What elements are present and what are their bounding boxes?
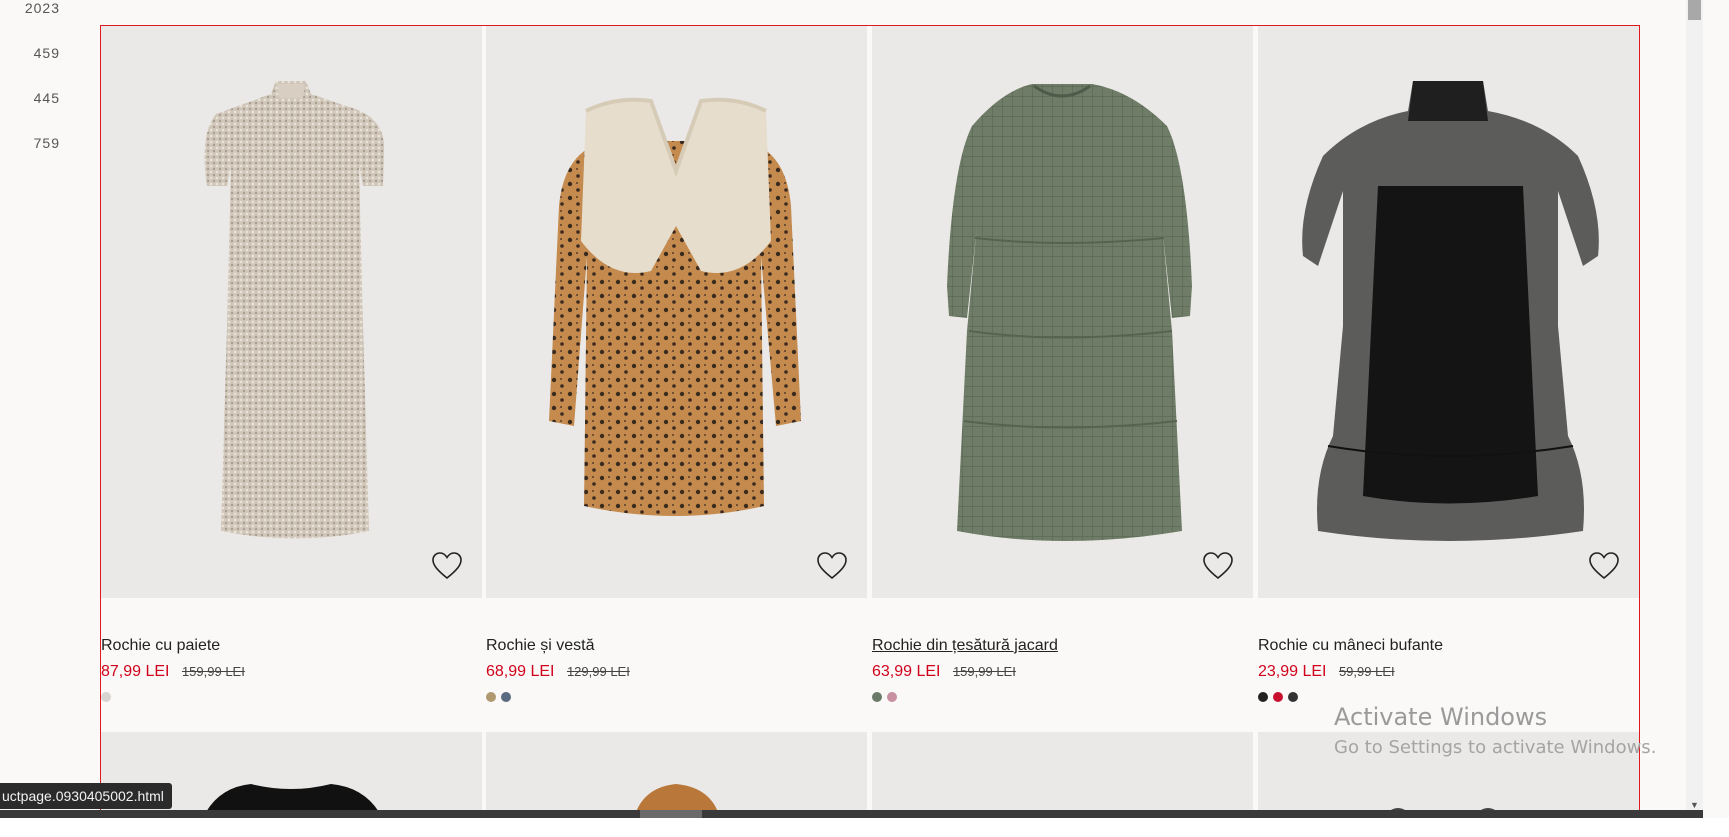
- scrollbar-thumb[interactable]: [1688, 0, 1701, 20]
- color-swatch[interactable]: [887, 692, 897, 702]
- price-row: 68,99 LEI 129,99 LEI: [486, 663, 867, 681]
- sale-price: 63,99 LEI: [872, 663, 941, 680]
- product-title[interactable]: Rochie cu paiete: [101, 637, 482, 655]
- heart-outline-icon: [432, 552, 462, 580]
- favorite-button[interactable]: [430, 550, 464, 582]
- windows-activation-watermark: Activate Windows Go to Settings to activ…: [1334, 703, 1656, 758]
- product-card[interactable]: Rochie cu mâneci bufante 23,99 LEI 59,99…: [1258, 26, 1639, 702]
- favorite-button[interactable]: [1201, 550, 1235, 582]
- vertical-scrollbar[interactable]: ▼: [1686, 0, 1703, 812]
- watermark-title: Activate Windows: [1334, 703, 1548, 731]
- original-price: 159,99 LEI: [952, 664, 1016, 679]
- color-swatch[interactable]: [872, 692, 882, 702]
- product-image-partial[interactable]: [486, 732, 867, 812]
- left-number: 2023: [24, 0, 60, 16]
- heart-outline-icon: [817, 552, 847, 580]
- original-price: 129,99 LEI: [566, 664, 630, 679]
- price-row: 63,99 LEI 159,99 LEI: [872, 663, 1253, 681]
- price-row: 23,99 LEI 59,99 LEI: [1258, 663, 1639, 681]
- product-title[interactable]: Rochie din țesătură jacard: [872, 637, 1253, 655]
- color-swatches: [486, 692, 867, 702]
- favorite-button[interactable]: [1587, 550, 1621, 582]
- heart-outline-icon: [1203, 552, 1233, 580]
- original-price: 159,99 LEI: [181, 664, 245, 679]
- color-swatches: [1258, 692, 1639, 702]
- product-card[interactable]: Rochie din țesătură jacard 63,99 LEI 159…: [872, 26, 1253, 702]
- price-row: 87,99 LEI 159,99 LEI: [101, 663, 482, 681]
- color-swatches: [872, 692, 1253, 702]
- favorite-button[interactable]: [815, 550, 849, 582]
- color-swatch[interactable]: [501, 692, 511, 702]
- page-bottom-area: [0, 818, 1729, 837]
- product-image[interactable]: [872, 26, 1253, 598]
- product-card[interactable]: Rochie și vestă 68,99 LEI 129,99 LEI: [486, 26, 867, 702]
- product-image-partial[interactable]: [872, 732, 1253, 812]
- sale-price: 87,99 LEI: [101, 663, 170, 680]
- color-swatch[interactable]: [101, 692, 111, 702]
- product-image[interactable]: [486, 26, 867, 598]
- status-bar-url: uctpage.0930405002.html: [0, 783, 172, 809]
- scrollbar-thumb[interactable]: [640, 810, 702, 818]
- horizontal-scrollbar[interactable]: [0, 810, 1703, 818]
- left-number: 459: [33, 45, 60, 61]
- sale-price: 23,99 LEI: [1258, 663, 1327, 680]
- color-swatch[interactable]: [486, 692, 496, 702]
- product-image[interactable]: [1258, 26, 1639, 598]
- heart-outline-icon: [1589, 552, 1619, 580]
- color-swatch[interactable]: [1273, 692, 1283, 702]
- color-swatch[interactable]: [1258, 692, 1268, 702]
- left-number: 445: [33, 90, 60, 106]
- original-price: 59,99 LEI: [1338, 664, 1395, 679]
- color-swatches: [101, 692, 482, 702]
- watermark-subtitle: Go to Settings to activate Windows.: [1334, 737, 1657, 758]
- product-title[interactable]: Rochie cu mâneci bufante: [1258, 637, 1639, 655]
- product-title[interactable]: Rochie și vestă: [486, 637, 867, 655]
- product-image[interactable]: [101, 26, 482, 598]
- color-swatch[interactable]: [1288, 692, 1298, 702]
- product-card[interactable]: Rochie cu paiete 87,99 LEI 159,99 LEI: [101, 26, 482, 702]
- left-number: 759: [33, 135, 60, 151]
- scroll-down-arrow-icon[interactable]: ▼: [1690, 800, 1699, 810]
- sale-price: 68,99 LEI: [486, 663, 555, 680]
